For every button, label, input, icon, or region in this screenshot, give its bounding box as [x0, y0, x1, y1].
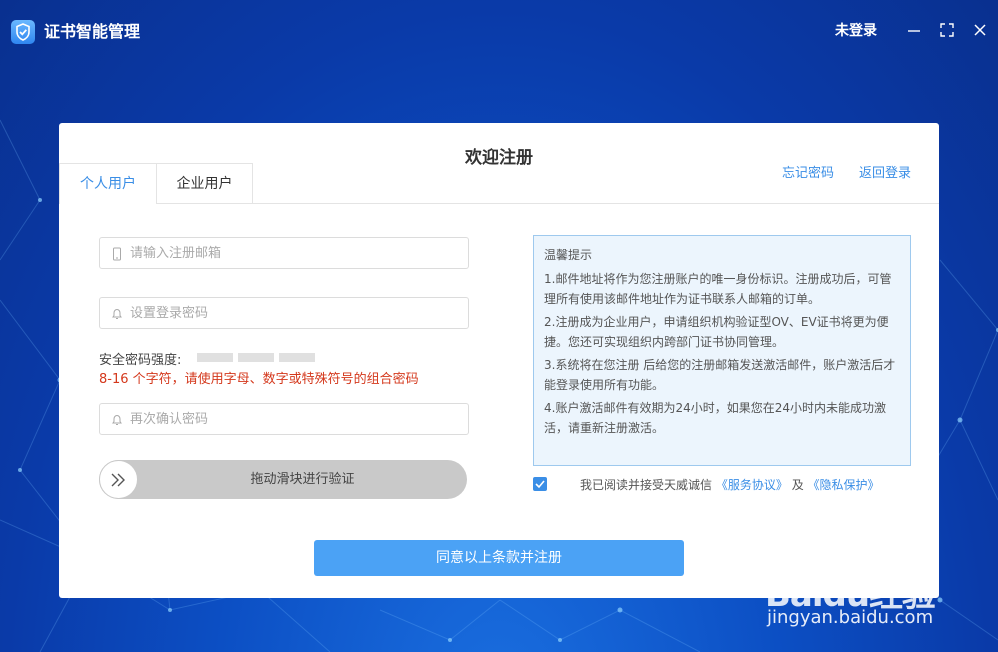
shield-check-icon	[11, 20, 35, 44]
minimize-icon[interactable]	[906, 22, 922, 38]
strength-bar-strong	[279, 353, 315, 362]
confirm-password-field[interactable]	[99, 403, 469, 435]
slider-handle[interactable]	[99, 460, 138, 499]
tips-item: 4.账户激活邮件有效期为24小时，如果您在24小时内未能成功激活，请重新注册激活…	[544, 401, 886, 435]
forgot-password-link[interactable]: 忘记密码	[782, 162, 834, 181]
check-icon	[535, 480, 545, 489]
email-field[interactable]	[99, 237, 469, 269]
privacy-policy-link[interactable]: 《隐私保护》	[808, 478, 880, 492]
watermark-url: jingyan.baidu.com	[767, 607, 934, 628]
close-icon[interactable]	[972, 22, 988, 38]
app-title: 证书智能管理	[44, 22, 141, 41]
register-submit-button[interactable]: 同意以上条款并注册	[314, 540, 684, 576]
tips-panel: 温馨提示 1.邮件地址将作为您注册账户的唯一身份标识。注册成功后，可管理所有使用…	[533, 235, 911, 466]
back-to-login-link[interactable]: 返回登录	[859, 162, 911, 181]
password-field[interactable]	[99, 297, 469, 329]
title-bar: 证书智能管理 未登录	[0, 0, 998, 62]
tips-item: 1.邮件地址将作为您注册账户的唯一身份标识。注册成功后，可管理所有使用该邮件地址…	[544, 272, 892, 306]
agreement-checkbox[interactable]	[533, 477, 547, 491]
login-status-link[interactable]: 未登录	[835, 22, 877, 40]
maximize-icon[interactable]	[939, 22, 955, 38]
tips-item: 2.注册成为企业用户，申请组织机构验证型OV、EV证书将更为便捷。您还可实现组织…	[544, 315, 889, 349]
tips-item: 3.系统将在您注册 后给您的注册邮箱发送激活邮件，账户激活后才能登录使用所有功能…	[544, 358, 896, 392]
bell-icon	[110, 306, 124, 320]
confirm-password-input[interactable]	[130, 404, 460, 434]
slider-text: 拖动滑块进行验证	[250, 472, 355, 487]
password-strength-label: 安全密码强度:	[99, 353, 182, 368]
password-input[interactable]	[130, 298, 460, 328]
agreement-prefix: 我已阅读并接受天威诚信	[580, 478, 713, 492]
password-hint: 8-16 个字符，请使用字母、数字或特殊符号的组合密码	[99, 372, 419, 387]
registration-card: 欢迎注册 个人用户 企业用户 忘记密码 返回登录 安全密码强度: 8-16 个字…	[59, 123, 939, 598]
tips-title: 温馨提示	[544, 248, 593, 262]
strength-bar-weak	[197, 353, 233, 362]
double-chevron-right-icon	[111, 473, 125, 487]
agreement-text: 我已阅读并接受天威诚信 《服务协议》 及 《隐私保护》	[580, 477, 880, 493]
baidu-jingyan-watermark: Baidu经验 jingyan.baidu.com	[765, 545, 985, 645]
bell-icon	[110, 412, 124, 426]
tab-personal-user[interactable]: 个人用户	[59, 163, 157, 204]
tab-divider	[253, 203, 939, 204]
agreement-and: 及	[791, 478, 804, 492]
agreement-row: 我已阅读并接受天威诚信 《服务协议》 及 《隐私保护》	[533, 477, 933, 495]
tab-enterprise-user[interactable]: 企业用户	[156, 163, 253, 204]
service-agreement-link[interactable]: 《服务协议》	[716, 478, 788, 492]
slider-captcha[interactable]: 拖动滑块进行验证	[99, 460, 467, 499]
email-input[interactable]	[130, 238, 460, 268]
strength-bar-medium	[238, 353, 274, 362]
phone-icon	[110, 246, 124, 261]
